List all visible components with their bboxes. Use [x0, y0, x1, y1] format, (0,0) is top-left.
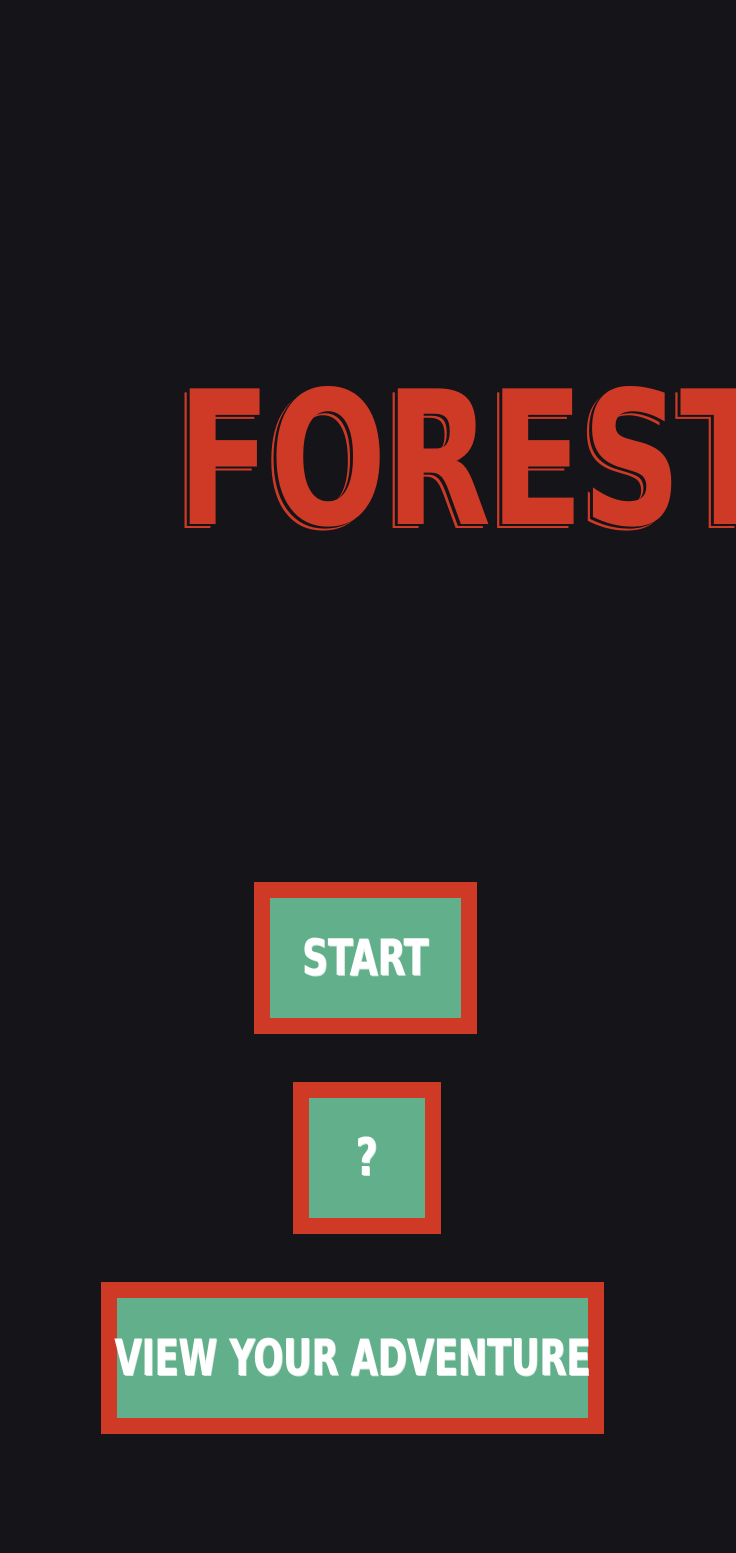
game-title: FOREST: [177, 351, 736, 568]
view-adventure-button-label: VIEW YOUR ADVENTURE: [114, 1329, 591, 1387]
start-button[interactable]: START: [254, 882, 477, 1034]
view-adventure-button[interactable]: VIEW YOUR ADVENTURE: [101, 1282, 604, 1434]
title-screen: FOREST START ? VIEW YOUR ADVENTURE: [0, 0, 736, 1553]
help-button-label: ?: [356, 1128, 378, 1188]
start-button-label: START: [302, 929, 429, 987]
help-button[interactable]: ?: [293, 1082, 441, 1234]
